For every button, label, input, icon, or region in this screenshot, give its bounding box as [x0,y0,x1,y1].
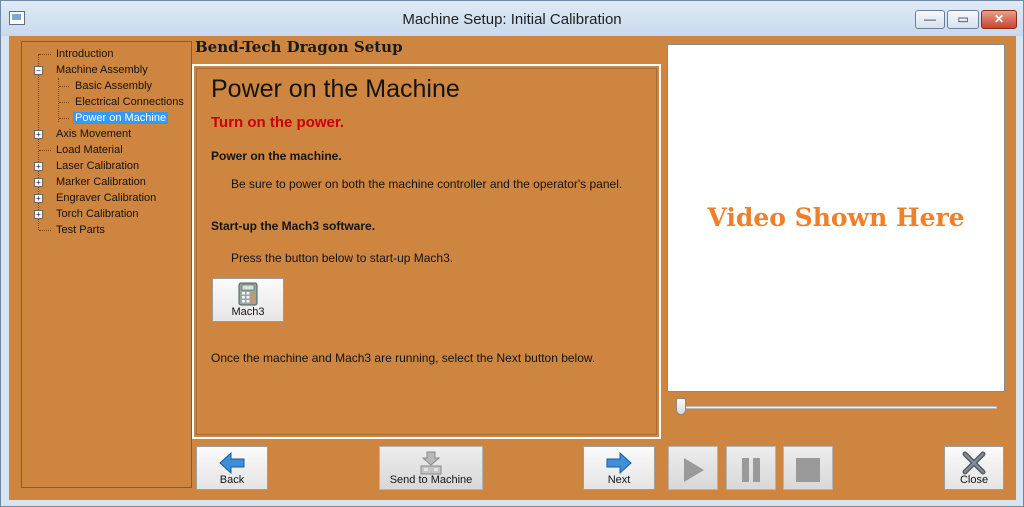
step2-text: Press the button below to start-up Mach3… [231,251,454,265]
stop-button[interactable] [783,446,833,490]
footer-instruction: Once the machine and Mach3 are running, … [211,351,596,365]
expand-icon[interactable]: + [34,130,43,139]
step2-heading: Start-up the Mach3 software. [211,219,376,233]
expand-icon[interactable]: + [34,210,43,219]
tree-item-engraver-calibration[interactable]: Engraver Calibration [56,191,156,205]
stop-icon [796,458,820,482]
video-panel: Video Shown Here [667,44,1005,392]
tree-item-machine-assembly[interactable]: Machine Assembly [56,63,148,77]
window-title: Machine Setup: Initial Calibration [402,11,622,28]
close-button-label: Close [959,474,989,486]
tree-item-basic-assembly[interactable]: Basic Assembly [75,79,152,93]
maximize-button[interactable]: ▭ [947,10,979,29]
expand-icon[interactable]: + [34,162,43,171]
next-button[interactable]: Next [583,446,655,490]
tree-item-marker-calibration[interactable]: Marker Calibration [56,175,146,189]
content-inner: Power on the Machine Turn on the power. … [196,68,657,435]
tree-item-torch-calibration[interactable]: Torch Calibration [56,207,139,221]
tree-item-power-on-machine[interactable]: Power on Machine [73,111,169,125]
machine-setup-window: Machine Setup: Initial Calibration — ▭ ✕… [0,0,1024,507]
expand-icon[interactable]: + [34,178,43,187]
pause-icon [742,458,760,482]
tree-item-electrical-connections[interactable]: Electrical Connections [75,95,184,109]
video-seek-track[interactable] [679,406,997,409]
page-header: Bend-Tech Dragon Setup [195,38,403,56]
close-x-icon [962,451,986,475]
minimize-icon: — [924,12,936,26]
close-button[interactable]: Close [944,446,1004,490]
mach3-button-label: Mach3 [231,306,265,318]
arrow-left-icon [219,452,245,474]
tree-item-laser-calibration[interactable]: Laser Calibration [56,159,139,173]
send-to-machine-label: Send to Machine [389,474,473,486]
page-subtitle: Turn on the power. [211,114,345,131]
collapse-icon[interactable]: − [34,66,43,75]
client-area: Introduction − Machine Assembly Basic As… [9,36,1016,500]
send-to-machine-button[interactable]: Send to Machine [379,446,483,490]
pause-button[interactable] [726,446,776,490]
send-to-machine-icon [420,451,442,475]
arrow-right-icon [606,452,632,474]
calculator-icon [238,282,258,306]
tree-item-test-parts[interactable]: Test Parts [56,223,105,237]
window-close-button[interactable]: ✕ [981,10,1017,29]
close-icon: ✕ [993,12,1005,26]
maximize-icon: ▭ [957,12,969,26]
expand-icon[interactable]: + [34,194,43,203]
video-seek-thumb[interactable] [676,398,686,415]
next-button-label: Next [607,474,631,486]
tree-item-load-material[interactable]: Load Material [56,143,123,157]
tree-item-introduction[interactable]: Introduction [56,47,113,61]
content-panel: Power on the Machine Turn on the power. … [192,64,661,439]
play-button[interactable] [668,446,718,490]
play-icon [684,458,704,482]
back-button[interactable]: Back [196,446,268,490]
title-bar[interactable]: Machine Setup: Initial Calibration — ▭ ✕ [1,1,1023,36]
step1-heading: Power on the machine. [211,149,342,163]
page-title: Power on the Machine [211,75,460,103]
navigation-tree[interactable]: Introduction − Machine Assembly Basic As… [21,41,192,488]
minimize-button[interactable]: — [915,10,945,29]
mach3-button[interactable]: Mach3 [212,278,284,322]
back-button-label: Back [219,474,245,486]
video-placeholder-text: Video Shown Here [707,203,965,232]
tree-item-axis-movement[interactable]: Axis Movement [56,127,131,141]
step1-text: Be sure to power on both the machine con… [231,177,623,191]
